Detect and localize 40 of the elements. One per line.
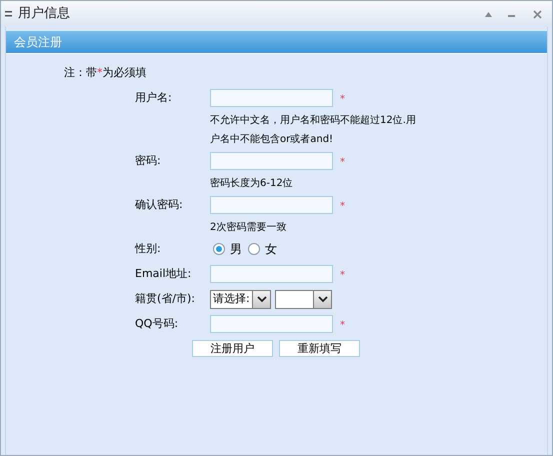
radio-label: 女 <box>265 241 277 258</box>
required-mark: * <box>340 321 345 331</box>
chevron-down-icon <box>256 296 266 302</box>
menu-icon[interactable] <box>5 11 12 17</box>
required-mark: * <box>340 158 345 168</box>
radio-label: 男 <box>230 241 242 258</box>
text-field[interactable] <box>210 265 333 283</box>
window-title: 用户信息 <box>18 5 70 24</box>
dropdown-button[interactable] <box>252 290 270 308</box>
hint-text: 2次密码需要一致 <box>210 220 288 234</box>
text-field[interactable] <box>210 196 333 214</box>
radio-button[interactable] <box>213 243 225 255</box>
required-note: 注：带*为必须填 <box>64 65 146 81</box>
hint-text: 不允许中文名，用户名和密码不能超过12位.用 <box>210 114 417 128</box>
hint-text: 户名中不能包含or或者and! <box>210 132 334 146</box>
field-label: QQ号码: <box>135 316 180 332</box>
select-field[interactable]: 请选择: <box>210 290 271 308</box>
collapse-icon[interactable] <box>485 12 492 16</box>
field-label: 确认密码: <box>135 196 184 213</box>
select-field[interactable] <box>275 290 332 308</box>
chevron-down-icon <box>318 296 328 302</box>
field-label: 性别: <box>135 240 162 257</box>
required-mark: * <box>340 202 345 212</box>
field-label: 用户名: <box>135 90 173 106</box>
field-label: 籍贯(省/市): <box>135 290 196 307</box>
text-field[interactable] <box>210 152 333 170</box>
required-mark: * <box>340 95 345 105</box>
hint-text: 密码长度为6-12位 <box>210 176 294 190</box>
form-button[interactable]: 重新填写 <box>279 340 360 356</box>
text-field[interactable] <box>210 315 333 333</box>
select-value: 请选择: <box>213 292 250 305</box>
close-icon[interactable] <box>533 10 542 18</box>
text-field[interactable] <box>210 89 333 107</box>
dropdown-button[interactable] <box>313 290 331 308</box>
radio-button[interactable] <box>248 243 260 255</box>
form-button[interactable]: 注册用户 <box>192 340 273 356</box>
field-label: 密码: <box>135 152 162 169</box>
section-title: 会员注册 <box>14 34 62 51</box>
field-label: Email地址: <box>135 266 192 282</box>
required-mark: * <box>340 271 345 281</box>
